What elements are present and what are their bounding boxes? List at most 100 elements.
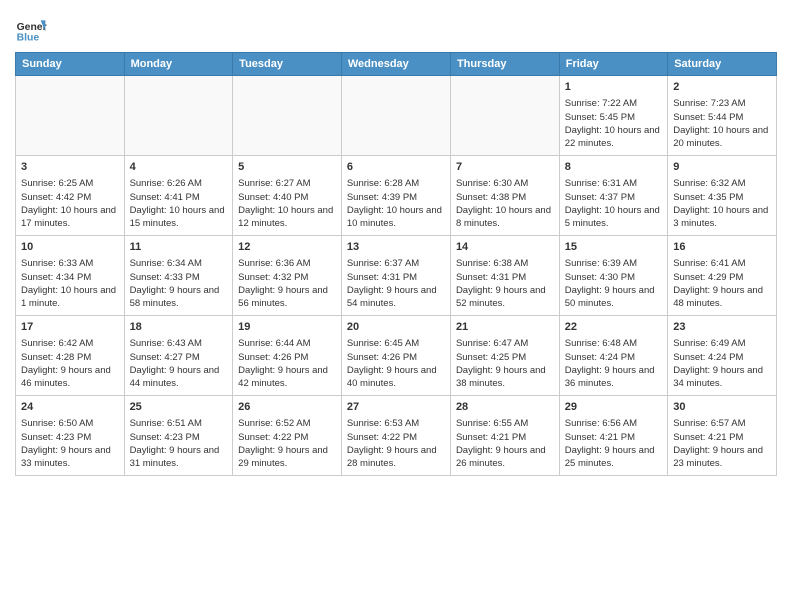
calendar-day-cell: 18 Sunrise: 6:43 AMSunset: 4:27 PMDayligh… bbox=[124, 316, 233, 396]
calendar-day-cell bbox=[341, 76, 450, 156]
calendar-header-row: SundayMondayTuesdayWednesdayThursdayFrid… bbox=[16, 53, 777, 76]
calendar-day-cell: 9 Sunrise: 6:32 AMSunset: 4:35 PMDaylight… bbox=[668, 156, 777, 236]
day-number: 7 bbox=[456, 160, 554, 175]
calendar-day-cell: 20Sunrise: 6:45 AMSunset: 4:26 PMDayligh… bbox=[341, 316, 450, 396]
page-header: General Blue bbox=[15, 10, 777, 46]
day-info: Sunrise: 6:30 AMSunset: 4:38 PMDaylight:… bbox=[456, 177, 554, 230]
day-number: 23 bbox=[673, 320, 771, 335]
calendar-day-cell bbox=[16, 76, 125, 156]
day-of-week-header: Thursday bbox=[450, 53, 559, 76]
day-number: 26 bbox=[238, 400, 336, 415]
day-info: Sunrise: 6:50 AMSunset: 4:23 PMDaylight:… bbox=[21, 417, 119, 470]
day-info: Sunrise: 6:28 AMSunset: 4:39 PMDaylight:… bbox=[347, 177, 445, 230]
day-number: 15 bbox=[565, 240, 662, 255]
calendar-day-cell: 1Sunrise: 7:22 AMSunset: 5:45 PMDaylight… bbox=[559, 76, 667, 156]
calendar-week-row: 3 Sunrise: 6:25 AMSunset: 4:42 PMDaylight… bbox=[16, 156, 777, 236]
day-info: Sunrise: 6:32 AMSunset: 4:35 PMDaylight:… bbox=[673, 177, 771, 230]
calendar-day-cell bbox=[124, 76, 233, 156]
day-number: 20 bbox=[347, 320, 445, 335]
day-info: Sunrise: 6:55 AMSunset: 4:21 PMDaylight:… bbox=[456, 417, 554, 470]
calendar-day-cell: 26 Sunrise: 6:52 AMSunset: 4:22 PMDayligh… bbox=[233, 396, 342, 476]
day-number: 28 bbox=[456, 400, 554, 415]
day-number: 3 bbox=[21, 160, 119, 175]
day-number: 14 bbox=[456, 240, 554, 255]
day-info: Sunrise: 6:49 AMSunset: 4:24 PMDaylight:… bbox=[673, 337, 771, 390]
day-number: 25 bbox=[130, 400, 228, 415]
day-info: Sunrise: 6:38 AMSunset: 4:31 PMDaylight:… bbox=[456, 257, 554, 310]
day-number: 6 bbox=[347, 160, 445, 175]
day-of-week-header: Tuesday bbox=[233, 53, 342, 76]
calendar-day-cell: 19 Sunrise: 6:44 AMSunset: 4:26 PMDayligh… bbox=[233, 316, 342, 396]
calendar-day-cell: 4Sunrise: 6:26 AMSunset: 4:41 PMDaylight… bbox=[124, 156, 233, 236]
calendar-week-row: 24 Sunrise: 6:50 AMSunset: 4:23 PMDayligh… bbox=[16, 396, 777, 476]
day-number: 2 bbox=[673, 80, 771, 95]
day-info: Sunrise: 6:34 AMSunset: 4:33 PMDaylight:… bbox=[130, 257, 228, 310]
calendar-day-cell bbox=[450, 76, 559, 156]
calendar-day-cell: 30 Sunrise: 6:57 AMSunset: 4:21 PMDayligh… bbox=[668, 396, 777, 476]
day-number: 8 bbox=[565, 160, 662, 175]
calendar-day-cell: 25Sunrise: 6:51 AMSunset: 4:23 PMDayligh… bbox=[124, 396, 233, 476]
day-info: Sunrise: 6:47 AMSunset: 4:25 PMDaylight:… bbox=[456, 337, 554, 390]
day-info: Sunrise: 6:48 AMSunset: 4:24 PMDaylight:… bbox=[565, 337, 662, 390]
calendar-day-cell: 10 Sunrise: 6:33 AMSunset: 4:34 PMDayligh… bbox=[16, 236, 125, 316]
day-number: 19 bbox=[238, 320, 336, 335]
day-of-week-header: Monday bbox=[124, 53, 233, 76]
calendar-table: SundayMondayTuesdayWednesdayThursdayFrid… bbox=[15, 52, 777, 476]
day-info: Sunrise: 7:22 AMSunset: 5:45 PMDaylight:… bbox=[565, 97, 662, 150]
day-info: Sunrise: 6:57 AMSunset: 4:21 PMDaylight:… bbox=[673, 417, 771, 470]
calendar-day-cell: 5 Sunrise: 6:27 AMSunset: 4:40 PMDaylight… bbox=[233, 156, 342, 236]
logo: General Blue bbox=[15, 14, 47, 46]
calendar-day-cell: 29Sunrise: 6:56 AMSunset: 4:21 PMDayligh… bbox=[559, 396, 667, 476]
calendar-day-cell: 11Sunrise: 6:34 AMSunset: 4:33 PMDayligh… bbox=[124, 236, 233, 316]
calendar-day-cell: 8 Sunrise: 6:31 AMSunset: 4:37 PMDaylight… bbox=[559, 156, 667, 236]
calendar-day-cell: 7 Sunrise: 6:30 AMSunset: 4:38 PMDaylight… bbox=[450, 156, 559, 236]
day-number: 13 bbox=[347, 240, 445, 255]
day-number: 17 bbox=[21, 320, 119, 335]
day-number: 16 bbox=[673, 240, 771, 255]
day-info: Sunrise: 6:33 AMSunset: 4:34 PMDaylight:… bbox=[21, 257, 119, 310]
calendar-week-row: 10 Sunrise: 6:33 AMSunset: 4:34 PMDayligh… bbox=[16, 236, 777, 316]
day-number: 24 bbox=[21, 400, 119, 415]
day-info: Sunrise: 6:42 AMSunset: 4:28 PMDaylight:… bbox=[21, 337, 119, 390]
day-number: 18 bbox=[130, 320, 228, 335]
calendar-day-cell: 21 Sunrise: 6:47 AMSunset: 4:25 PMDayligh… bbox=[450, 316, 559, 396]
day-number: 21 bbox=[456, 320, 554, 335]
day-info: Sunrise: 6:36 AMSunset: 4:32 PMDaylight:… bbox=[238, 257, 336, 310]
calendar-day-cell: 22Sunrise: 6:48 AMSunset: 4:24 PMDayligh… bbox=[559, 316, 667, 396]
logo-icon: General Blue bbox=[15, 14, 47, 46]
day-of-week-header: Wednesday bbox=[341, 53, 450, 76]
day-number: 30 bbox=[673, 400, 771, 415]
day-info: Sunrise: 6:31 AMSunset: 4:37 PMDaylight:… bbox=[565, 177, 662, 230]
day-info: Sunrise: 6:56 AMSunset: 4:21 PMDaylight:… bbox=[565, 417, 662, 470]
day-number: 10 bbox=[21, 240, 119, 255]
day-number: 9 bbox=[673, 160, 771, 175]
day-info: Sunrise: 6:44 AMSunset: 4:26 PMDaylight:… bbox=[238, 337, 336, 390]
calendar-day-cell: 23 Sunrise: 6:49 AMSunset: 4:24 PMDayligh… bbox=[668, 316, 777, 396]
day-of-week-header: Saturday bbox=[668, 53, 777, 76]
calendar-day-cell: 12 Sunrise: 6:36 AMSunset: 4:32 PMDayligh… bbox=[233, 236, 342, 316]
day-number: 4 bbox=[130, 160, 228, 175]
calendar-day-cell: 2 Sunrise: 7:23 AMSunset: 5:44 PMDaylight… bbox=[668, 76, 777, 156]
day-number: 5 bbox=[238, 160, 336, 175]
day-number: 27 bbox=[347, 400, 445, 415]
calendar-day-cell bbox=[233, 76, 342, 156]
day-info: Sunrise: 6:43 AMSunset: 4:27 PMDaylight:… bbox=[130, 337, 228, 390]
calendar-week-row: 17 Sunrise: 6:42 AMSunset: 4:28 PMDayligh… bbox=[16, 316, 777, 396]
day-info: Sunrise: 6:25 AMSunset: 4:42 PMDaylight:… bbox=[21, 177, 119, 230]
day-info: Sunrise: 6:37 AMSunset: 4:31 PMDaylight:… bbox=[347, 257, 445, 310]
day-info: Sunrise: 6:53 AMSunset: 4:22 PMDaylight:… bbox=[347, 417, 445, 470]
calendar-day-cell: 24 Sunrise: 6:50 AMSunset: 4:23 PMDayligh… bbox=[16, 396, 125, 476]
calendar-day-cell: 16 Sunrise: 6:41 AMSunset: 4:29 PMDayligh… bbox=[668, 236, 777, 316]
svg-text:Blue: Blue bbox=[17, 32, 40, 43]
day-info: Sunrise: 7:23 AMSunset: 5:44 PMDaylight:… bbox=[673, 97, 771, 150]
day-of-week-header: Friday bbox=[559, 53, 667, 76]
calendar-week-row: 1Sunrise: 7:22 AMSunset: 5:45 PMDaylight… bbox=[16, 76, 777, 156]
calendar-day-cell: 14 Sunrise: 6:38 AMSunset: 4:31 PMDayligh… bbox=[450, 236, 559, 316]
day-info: Sunrise: 6:39 AMSunset: 4:30 PMDaylight:… bbox=[565, 257, 662, 310]
day-info: Sunrise: 6:41 AMSunset: 4:29 PMDaylight:… bbox=[673, 257, 771, 310]
calendar-day-cell: 13 Sunrise: 6:37 AMSunset: 4:31 PMDayligh… bbox=[341, 236, 450, 316]
day-number: 12 bbox=[238, 240, 336, 255]
day-info: Sunrise: 6:27 AMSunset: 4:40 PMDaylight:… bbox=[238, 177, 336, 230]
day-of-week-header: Sunday bbox=[16, 53, 125, 76]
day-info: Sunrise: 6:52 AMSunset: 4:22 PMDaylight:… bbox=[238, 417, 336, 470]
